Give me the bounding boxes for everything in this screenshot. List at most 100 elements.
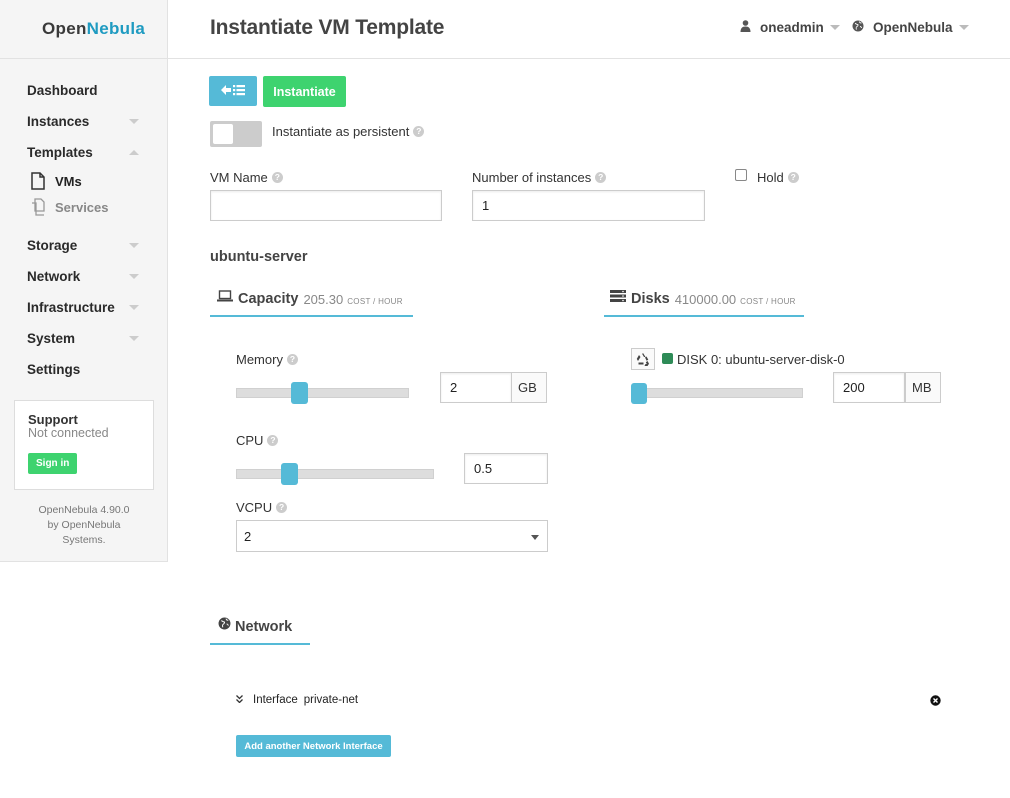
chevron-down-icon bbox=[129, 243, 139, 248]
files-icon bbox=[30, 198, 46, 216]
support-title: Support bbox=[28, 412, 78, 427]
globe-icon bbox=[852, 20, 864, 35]
chevron-up-icon bbox=[129, 150, 139, 155]
sidebar-item-storage[interactable]: Storage bbox=[0, 230, 167, 261]
cpu-slider-handle[interactable] bbox=[281, 463, 299, 485]
logo-text-part2: Nebula bbox=[86, 19, 146, 38]
logo-text-part1: Open bbox=[42, 19, 87, 38]
file-icon bbox=[30, 172, 46, 190]
sidebar-item-label: Templates bbox=[27, 145, 93, 160]
sidebar-item-label: Settings bbox=[27, 362, 81, 377]
version-line: by OpenNebula bbox=[47, 519, 121, 531]
vcpu-label: VCPU ? bbox=[236, 500, 288, 515]
interface-label: Interface bbox=[253, 694, 298, 706]
chevron-down-icon bbox=[129, 274, 139, 279]
zone-menu[interactable]: OpenNebula bbox=[852, 20, 969, 35]
persistent-label-text: Instantiate as persistent bbox=[272, 124, 410, 139]
vcpu-label-text: VCPU bbox=[236, 500, 273, 515]
memory-input[interactable]: 2 bbox=[440, 372, 512, 403]
help-icon[interactable]: ? bbox=[413, 126, 425, 137]
help-icon[interactable]: ? bbox=[271, 172, 283, 183]
sidebar-item-settings[interactable]: Settings bbox=[0, 354, 167, 385]
hold-label: Hold ? bbox=[757, 170, 799, 185]
capacity-tab[interactable]: Capacity 205.30 COST / HOUR bbox=[210, 290, 413, 317]
capacity-title: Capacity bbox=[238, 291, 299, 307]
laptop-icon bbox=[217, 290, 233, 305]
sidebar-subitem-vms[interactable]: VMs bbox=[0, 168, 167, 194]
memory-label: Memory ? bbox=[236, 352, 298, 367]
memory-unit-value: GB bbox=[518, 380, 537, 395]
network-title: Network bbox=[235, 619, 293, 635]
disk-size-input[interactable]: 200 bbox=[833, 372, 905, 403]
sidebar-item-instances[interactable]: Instances bbox=[0, 106, 167, 137]
sidebar-item-label: Network bbox=[27, 269, 81, 284]
disk-unit-select[interactable]: MB bbox=[905, 372, 941, 403]
help-icon[interactable]: ? bbox=[595, 172, 607, 183]
hold-label-text: Hold bbox=[757, 170, 784, 185]
chevron-down-icon bbox=[129, 305, 139, 310]
persistent-toggle[interactable] bbox=[210, 121, 262, 147]
chevron-down-icon bbox=[129, 119, 139, 124]
disks-cost: 410000.00 bbox=[674, 292, 737, 307]
sign-in-button[interactable]: Sign in bbox=[28, 453, 78, 474]
memory-unit-select[interactable]: GB bbox=[511, 372, 547, 403]
header: Instantiate VM Template oneadmin OpenNeb… bbox=[168, 0, 1010, 59]
version-line: Systems. bbox=[62, 534, 106, 546]
disk-slider[interactable] bbox=[631, 388, 803, 398]
sidebar-item-system[interactable]: System bbox=[0, 323, 167, 354]
sidebar-item-label: System bbox=[27, 331, 76, 346]
sidebar-item-dashboard[interactable]: Dashboard bbox=[0, 75, 167, 106]
disks-cost-unit: COST / HOUR bbox=[740, 297, 796, 306]
logo[interactable]: Open Nebula bbox=[0, 0, 167, 59]
sidebar-subitem-label: Services bbox=[55, 199, 109, 215]
instances-label: Number of instances ? bbox=[472, 170, 607, 185]
instantiate-button[interactable]: Instantiate bbox=[263, 76, 346, 107]
sidebar-subitem-services[interactable]: Services bbox=[0, 194, 167, 220]
add-network-interface-button[interactable]: Add another Network Interface bbox=[236, 735, 391, 757]
disk-label-text: DISK 0: ubuntu-server-disk-0 bbox=[677, 352, 845, 367]
disks-tab[interactable]: Disks 410000.00 COST / HOUR bbox=[604, 290, 804, 317]
hold-checkbox[interactable] bbox=[735, 169, 747, 181]
vm-name-input[interactable] bbox=[210, 190, 442, 221]
side-nav: Dashboard Instances Templates VMs Servic… bbox=[0, 59, 167, 385]
memory-slider-handle[interactable] bbox=[290, 382, 308, 404]
caret-down-icon bbox=[531, 535, 539, 540]
cpu-input[interactable]: 0.5 bbox=[464, 453, 548, 484]
sidebar-item-network[interactable]: Network bbox=[0, 261, 167, 292]
sidebar-item-label: Infrastructure bbox=[27, 300, 115, 315]
globe-icon bbox=[218, 617, 231, 633]
cpu-label: CPU ? bbox=[236, 433, 279, 448]
cpu-label-text: CPU bbox=[236, 433, 264, 448]
support-status: Not connected bbox=[28, 426, 109, 440]
capacity-cost-unit: COST / HOUR bbox=[347, 297, 403, 306]
cpu-slider[interactable] bbox=[236, 469, 434, 479]
sidebar: Open Nebula Dashboard Instances Templates… bbox=[0, 0, 168, 562]
memory-slider[interactable] bbox=[236, 388, 409, 398]
sidebar-item-label: Dashboard bbox=[27, 83, 98, 98]
help-icon[interactable]: ? bbox=[276, 502, 288, 513]
network-tab[interactable]: Network bbox=[210, 617, 310, 645]
help-icon[interactable]: ? bbox=[267, 435, 279, 446]
sidebar-item-infrastructure[interactable]: Infrastructure bbox=[0, 292, 167, 323]
close-circle-icon[interactable] bbox=[930, 694, 941, 709]
interface-row[interactable]: Interface private-net bbox=[236, 694, 358, 706]
back-button[interactable] bbox=[209, 76, 257, 106]
disk-label: DISK 0: ubuntu-server-disk-0 bbox=[677, 352, 845, 367]
disk-color-swatch bbox=[662, 353, 673, 364]
instances-input[interactable]: 1 bbox=[472, 190, 705, 221]
sidebar-item-templates[interactable]: Templates bbox=[0, 137, 167, 168]
help-icon[interactable]: ? bbox=[787, 172, 799, 183]
instances-label-text: Number of instances bbox=[472, 170, 592, 185]
version-line: OpenNebula 4.90.0 bbox=[38, 504, 130, 516]
vcpu-select[interactable]: 2 bbox=[236, 520, 548, 552]
template-name: ubuntu-server bbox=[210, 249, 308, 265]
user-icon bbox=[740, 20, 751, 35]
disk-unit-value: MB bbox=[912, 380, 932, 395]
recycle-icon[interactable] bbox=[631, 348, 655, 370]
user-menu[interactable]: oneadmin bbox=[740, 20, 840, 35]
help-icon[interactable]: ? bbox=[286, 354, 298, 365]
arrow-left-list-icon bbox=[220, 83, 246, 100]
disk-slider-handle[interactable] bbox=[631, 383, 647, 404]
user-name: oneadmin bbox=[760, 20, 824, 35]
chevron-double-down-icon bbox=[236, 694, 243, 706]
